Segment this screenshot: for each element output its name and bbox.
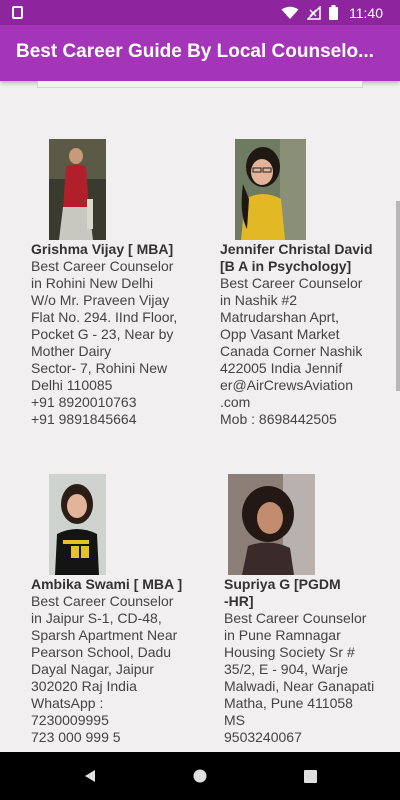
counselor-card: Grishma Vijay [ MBA] Best Career Counsel… — [31, 241, 211, 428]
app-title: Best Career Guide By Local Counselo... — [16, 41, 374, 62]
counselor-photo[interactable] — [49, 139, 106, 240]
counselor-card: Jennifer Christal David [B A in Psycholo… — [220, 241, 390, 428]
scrollbar[interactable] — [396, 201, 400, 391]
app-bar: Best Career Guide By Local Counselo... — [0, 25, 400, 81]
sd-card-icon — [12, 6, 23, 19]
back-icon — [85, 770, 95, 782]
counselor-name: Grishma Vijay [ MBA] — [31, 241, 174, 257]
signal-icon — [307, 5, 321, 20]
counselor-details: Best Career Counselor in Pune Ramnagar H… — [224, 610, 375, 745]
counselor-card: Supriya G [PGDM -HR] Best Career Counsel… — [224, 576, 394, 746]
status-bar: 11:40 — [0, 0, 400, 25]
counselor-list[interactable]: Grishma Vijay [ MBA] Best Career Counsel… — [0, 81, 400, 752]
counselor-name: Supriya G [PGDM -HR] — [224, 576, 341, 609]
counselor-details: Best Career Counselor in Nashik #2 Matru… — [220, 275, 363, 427]
home-icon — [193, 769, 207, 783]
navigation-bar — [0, 752, 400, 800]
counselor-card: Ambika Swami [ MBA ] Best Career Counsel… — [31, 576, 211, 746]
search-box-edge — [37, 81, 363, 88]
counselor-photo[interactable] — [235, 139, 306, 240]
status-time: 11:40 — [349, 5, 383, 21]
recents-icon — [303, 769, 317, 783]
wifi-icon — [281, 6, 299, 19]
counselor-details: Best Career Counselor in Rohini New Delh… — [31, 258, 178, 427]
counselor-name: Jennifer Christal David [B A in Psycholo… — [220, 241, 373, 274]
counselor-name: Ambika Swami [ MBA ] — [31, 576, 183, 592]
back-button[interactable] — [60, 752, 120, 800]
counselor-photo[interactable] — [228, 474, 315, 575]
battery-icon — [329, 5, 338, 20]
counselor-photo[interactable] — [49, 474, 106, 575]
counselor-details: Best Career Counselor in Jaipur S-1, CD-… — [31, 593, 178, 745]
recents-button[interactable] — [280, 752, 340, 800]
home-button[interactable] — [170, 752, 230, 800]
